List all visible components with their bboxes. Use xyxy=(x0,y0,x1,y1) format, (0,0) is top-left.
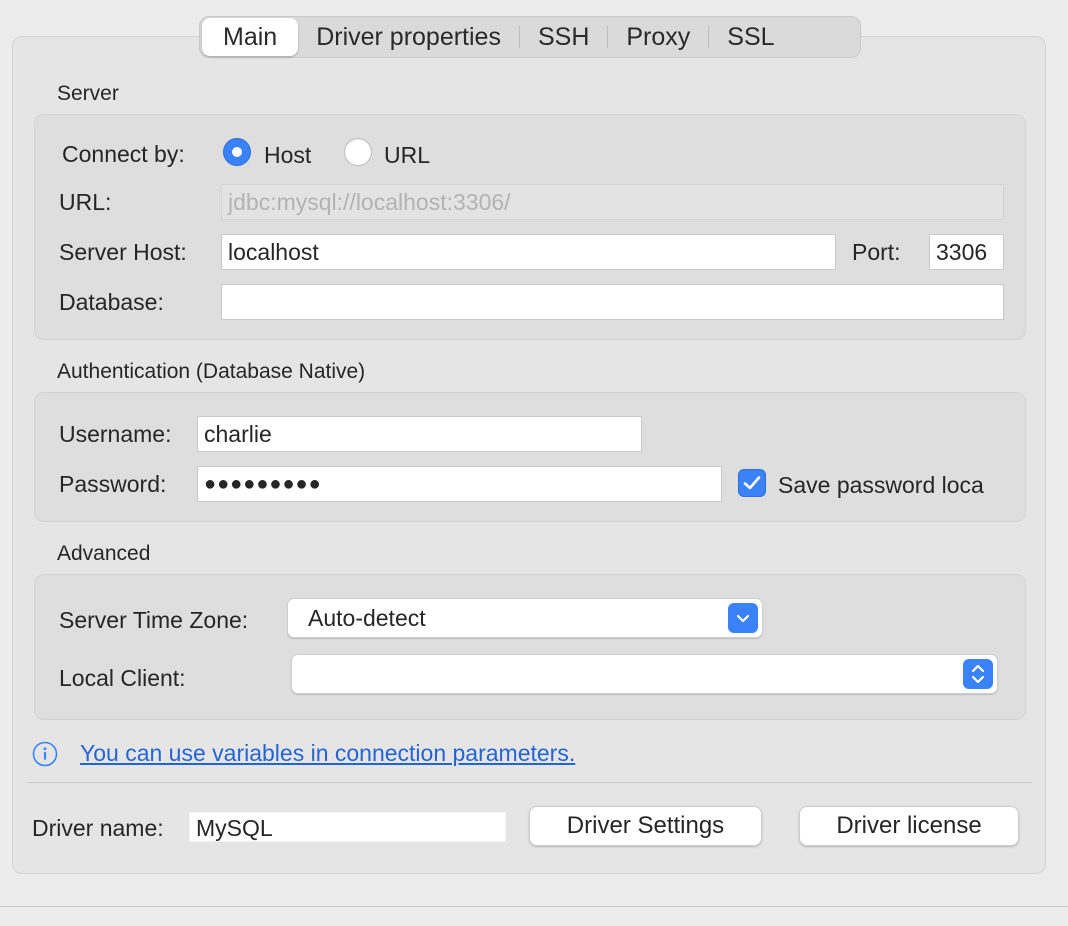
advanced-section-title: Advanced xyxy=(57,542,151,565)
checkmark-icon xyxy=(743,476,761,490)
url-field[interactable]: jdbc:mysql://localhost:3306/ xyxy=(221,184,1004,220)
tab-main[interactable]: Main xyxy=(202,18,299,56)
host-radio[interactable] xyxy=(223,138,251,166)
server-host-field[interactable]: localhost xyxy=(221,234,836,270)
tab-bar: Main Driver properties SSH Proxy SSL xyxy=(199,16,861,58)
info-icon xyxy=(32,741,58,767)
save-password-label[interactable]: Save password loca xyxy=(778,472,1006,499)
server-timezone-value: Auto-detect xyxy=(308,605,426,631)
variables-help-link[interactable]: You can use variables in connection para… xyxy=(80,740,575,767)
driver-license-button[interactable]: Driver license xyxy=(799,806,1019,846)
footer-divider xyxy=(28,782,1032,783)
port-label: Port: xyxy=(852,239,901,265)
chevron-down-icon xyxy=(728,603,758,633)
connect-by-label: Connect by: xyxy=(62,141,185,167)
driver-settings-button[interactable]: Driver Settings xyxy=(529,806,762,846)
tab-driver-properties[interactable]: Driver properties xyxy=(298,18,519,56)
driver-name-field: MySQL xyxy=(189,812,506,842)
window-bottom-divider xyxy=(0,906,1068,907)
database-label: Database: xyxy=(59,289,164,315)
port-field[interactable]: 3306 xyxy=(929,234,1004,270)
local-client-label: Local Client: xyxy=(59,665,186,691)
host-radio-label[interactable]: Host xyxy=(264,142,311,169)
tab-proxy[interactable]: Proxy xyxy=(608,18,708,56)
database-field[interactable] xyxy=(221,284,1004,320)
chevron-up-down-icon xyxy=(963,659,993,689)
username-label: Username: xyxy=(59,421,172,447)
tab-ssl[interactable]: SSL xyxy=(709,18,792,56)
username-field[interactable]: charlie xyxy=(197,416,642,452)
password-label: Password: xyxy=(59,471,167,497)
local-client-select[interactable] xyxy=(291,654,998,694)
auth-section-title: Authentication (Database Native) xyxy=(57,360,366,383)
save-password-checkbox[interactable] xyxy=(738,469,766,497)
password-field[interactable]: ●●●●●●●●● xyxy=(197,466,722,502)
tab-ssh[interactable]: SSH xyxy=(520,18,607,56)
server-section-title: Server xyxy=(57,82,119,105)
server-timezone-label: Server Time Zone: xyxy=(59,607,249,633)
advanced-group xyxy=(34,574,1026,720)
auth-group xyxy=(34,392,1026,522)
server-timezone-select[interactable]: Auto-detect xyxy=(287,598,763,638)
url-radio-label[interactable]: URL xyxy=(384,142,430,169)
url-radio[interactable] xyxy=(344,138,372,166)
driver-name-label: Driver name: xyxy=(32,815,164,841)
server-host-label: Server Host: xyxy=(59,239,187,265)
url-label: URL: xyxy=(59,189,112,215)
